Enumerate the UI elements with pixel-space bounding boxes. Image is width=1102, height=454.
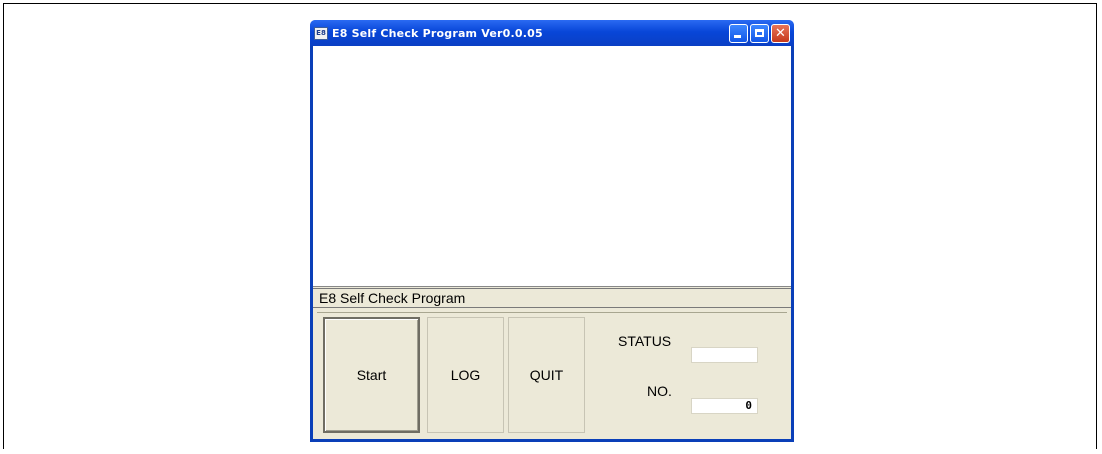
window-controls: ✕ [729,23,790,43]
maximize-icon [755,29,764,37]
client-area: E8 Self Check Program Start LOG QUIT STA… [313,46,791,439]
status-field [691,347,758,363]
quit-button[interactable]: QUIT [508,317,585,433]
app-icon[interactable]: E8 [314,26,328,40]
start-button[interactable]: Start [323,317,420,433]
log-button[interactable]: LOG [427,317,504,433]
minimize-icon [734,34,741,38]
number-field: 0 [691,398,758,414]
window-title: E8 Self Check Program Ver0.0.05 [332,26,543,40]
app-window: E8 E8 Self Check Program Ver0.0.05 ✕ E8 … [310,20,794,442]
maximize-button[interactable] [750,23,769,43]
title-bar[interactable]: E8 E8 Self Check Program Ver0.0.05 ✕ [310,20,794,46]
control-panel: Start LOG QUIT STATUS NO. 0 [317,312,787,437]
program-label: E8 Self Check Program [313,288,791,308]
status-label: STATUS [618,333,672,349]
log-output-area[interactable] [313,46,791,287]
number-label: NO. [647,383,672,399]
minimize-button[interactable] [729,23,748,43]
close-icon: ✕ [775,25,786,41]
close-button[interactable]: ✕ [771,23,790,43]
